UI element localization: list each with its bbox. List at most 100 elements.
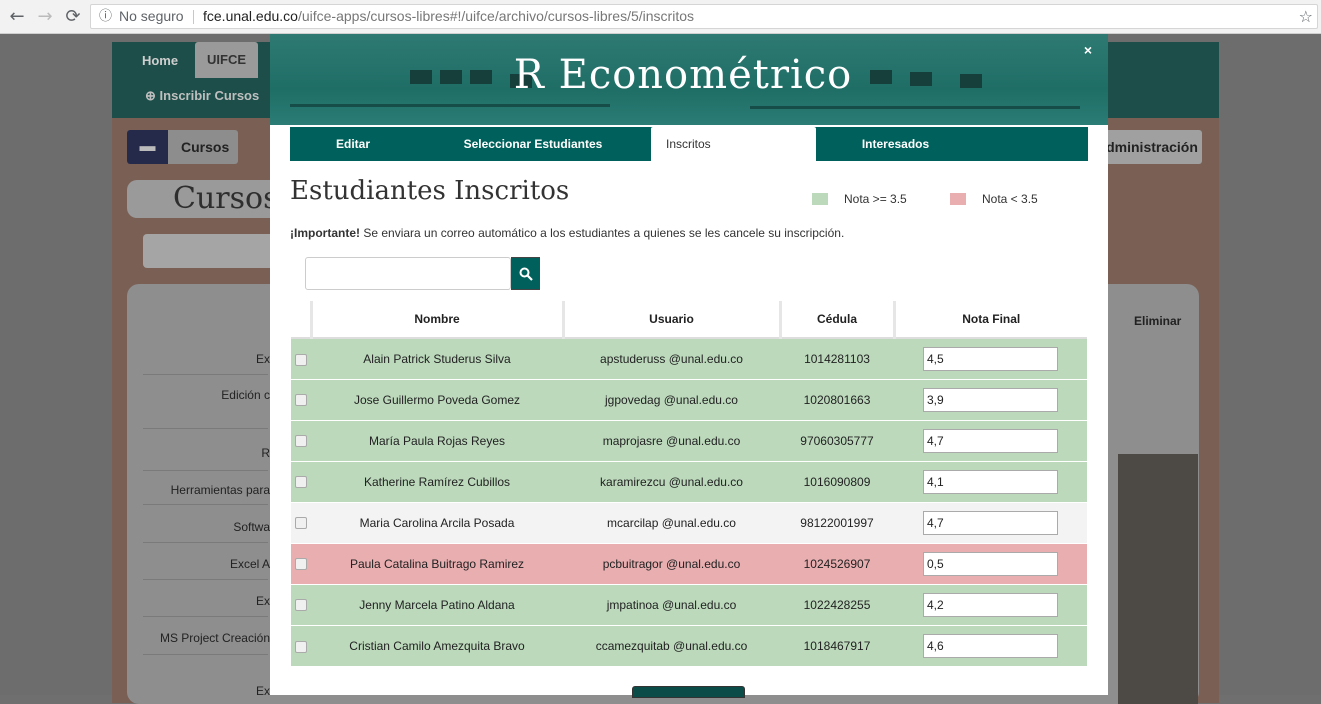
nota-final-input[interactable] <box>923 633 1058 658</box>
col-select <box>291 301 311 339</box>
table-row: Jenny Marcela Patino Aldana jmpatinoa @u… <box>291 583 1087 625</box>
nav-inscribir-label: Inscribir Cursos <box>159 88 260 103</box>
nota-cell <box>894 542 1087 584</box>
table-row: Cristian Camilo Amezquita Bravo ccamezqu… <box>291 624 1087 666</box>
course-label: MS Project Creación <box>159 631 270 645</box>
row-select-cell <box>291 419 311 461</box>
reload-icon[interactable]: ⟳ <box>62 6 84 28</box>
col-nota-final[interactable]: Nota Final <box>892 301 1087 339</box>
nota-cell <box>894 378 1087 420</box>
col-usuario[interactable]: Usuario <box>561 301 780 339</box>
nota-final-input[interactable] <box>923 469 1058 494</box>
row-select-cell <box>291 378 311 420</box>
nota-final-input[interactable] <box>923 428 1058 453</box>
row-select-cell <box>291 542 311 584</box>
row-select-cell <box>291 337 311 379</box>
row-checkbox[interactable] <box>295 599 307 612</box>
cursos-heading: Cursos <box>127 180 287 218</box>
usuario-cell: apstuderuss @unal.edu.co <box>563 337 780 379</box>
tab-interesados[interactable]: Interesados <box>816 127 975 161</box>
forward-icon[interactable]: → <box>34 6 56 28</box>
table-header-row: Nombre Usuario Cédula Nota Final <box>291 301 1087 339</box>
back-icon[interactable]: ← <box>6 6 28 28</box>
cursos-button[interactable]: ▬ Cursos <box>127 130 238 164</box>
tab-editar[interactable]: Editar <box>290 127 416 161</box>
search-button[interactable] <box>511 257 540 290</box>
important-label: ¡Importante! <box>290 226 360 240</box>
nav-uifce[interactable]: UIFCE <box>195 42 258 78</box>
nota-final-input[interactable] <box>923 346 1058 371</box>
divider <box>143 654 268 655</box>
nombre-cell: Cristian Camilo Amezquita Bravo <box>311 624 563 666</box>
row-checkbox[interactable] <box>295 394 307 407</box>
nota-final-input[interactable] <box>923 551 1058 576</box>
divider <box>143 470 268 471</box>
security-label: No seguro <box>119 8 184 24</box>
divider <box>143 374 268 375</box>
legend-label-pass: Nota >= 3.5 <box>844 192 907 206</box>
nav-inscribir-cursos[interactable]: ⊕ Inscribir Cursos <box>145 88 259 104</box>
background-pill <box>143 234 283 268</box>
divider <box>143 428 268 429</box>
nota-final-input[interactable] <box>923 592 1058 617</box>
table-row: María Paula Rojas Reyes maprojasre @unal… <box>291 419 1087 461</box>
usuario-cell: jmpatinoa @unal.edu.co <box>563 583 780 625</box>
nombre-cell: Katherine Ramírez Cubillos <box>311 460 563 502</box>
cedula-cell: 1014281103 <box>780 337 894 379</box>
nota-cell <box>894 419 1087 461</box>
nota-final-input[interactable] <box>923 510 1058 535</box>
row-checkbox[interactable] <box>295 517 307 530</box>
course-label: Ex <box>255 684 270 698</box>
address-bar[interactable]: ⓘ No seguro fce.unal.edu.co/uifce-apps/c… <box>90 4 1318 29</box>
table-row: Paula Catalina Buitrago Ramirez pcbuitra… <box>291 542 1087 584</box>
modal-title: R Econométrico <box>513 52 853 98</box>
cedula-cell: 1018467917 <box>780 624 894 666</box>
section-heading: Estudiantes Inscritos <box>290 176 570 206</box>
url-text: fce.unal.edu.co/uifce-apps/cursos-libres… <box>203 5 694 28</box>
row-checkbox[interactable] <box>295 353 307 366</box>
cedula-cell: 1024526907 <box>780 542 894 584</box>
nota-final-input[interactable] <box>923 387 1058 412</box>
tab-inscritos[interactable]: Inscritos <box>651 127 816 161</box>
nombre-cell: Jenny Marcela Patino Aldana <box>311 583 563 625</box>
col-nombre[interactable]: Nombre <box>309 301 563 339</box>
important-text: Se enviara un correo automático a los es… <box>360 226 845 240</box>
usuario-cell: karamirezcu @unal.edu.co <box>563 460 780 502</box>
students-table: Nombre Usuario Cédula Nota Final Alain P… <box>291 301 1087 666</box>
address-separator <box>193 10 194 24</box>
nombre-cell: Paula Catalina Buitrago Ramirez <box>311 542 563 584</box>
close-icon[interactable]: × <box>1084 42 1092 58</box>
cedula-cell: 97060305777 <box>780 419 894 461</box>
nota-cell <box>894 460 1087 502</box>
table-row: Alain Patrick Studerus Silva apstuderuss… <box>291 337 1087 379</box>
important-notice: ¡Importante! Se enviara un correo automá… <box>290 226 844 240</box>
col-cedula[interactable]: Cédula <box>778 301 894 339</box>
nombre-cell: Alain Patrick Studerus Silva <box>311 337 563 379</box>
tab-seleccionar-estudiantes[interactable]: Seleccionar Estudiantes <box>416 127 650 161</box>
row-checkbox[interactable] <box>295 558 307 571</box>
eliminar-header: Eliminar <box>1134 314 1182 328</box>
info-icon[interactable]: ⓘ <box>99 5 112 28</box>
course-label: Edición c <box>221 388 270 402</box>
usuario-cell: ccamezquitab @unal.edu.co <box>563 624 780 666</box>
table-row: Katherine Ramírez Cubillos karamirezcu @… <box>291 460 1087 502</box>
divider <box>143 616 268 617</box>
desk-shape <box>290 104 610 107</box>
url-path: /uifce-apps/cursos-libres#!/uifce/archiv… <box>297 8 695 24</box>
row-checkbox[interactable] <box>295 476 307 489</box>
course-label: Ex <box>255 594 270 608</box>
cedula-cell: 98122001997 <box>780 501 894 543</box>
search-input[interactable] <box>305 257 511 290</box>
table-row: Maria Carolina Arcila Posada mcarcilap @… <box>291 501 1087 543</box>
cedula-cell: 1016090809 <box>780 460 894 502</box>
nav-home[interactable]: Home <box>128 44 192 78</box>
row-checkbox[interactable] <box>295 640 307 653</box>
row-select-cell <box>291 501 311 543</box>
course-label: Softwa <box>233 520 270 534</box>
nombre-cell: Jose Guillermo Poveda Gomez <box>311 378 563 420</box>
bookmark-star-icon[interactable]: ☆ <box>1299 5 1313 28</box>
inscritos-modal: R Econométrico × Editar Seleccionar Estu… <box>270 34 1108 698</box>
cedula-cell: 1020801663 <box>780 378 894 420</box>
row-checkbox[interactable] <box>295 435 307 448</box>
save-button[interactable] <box>632 686 745 698</box>
